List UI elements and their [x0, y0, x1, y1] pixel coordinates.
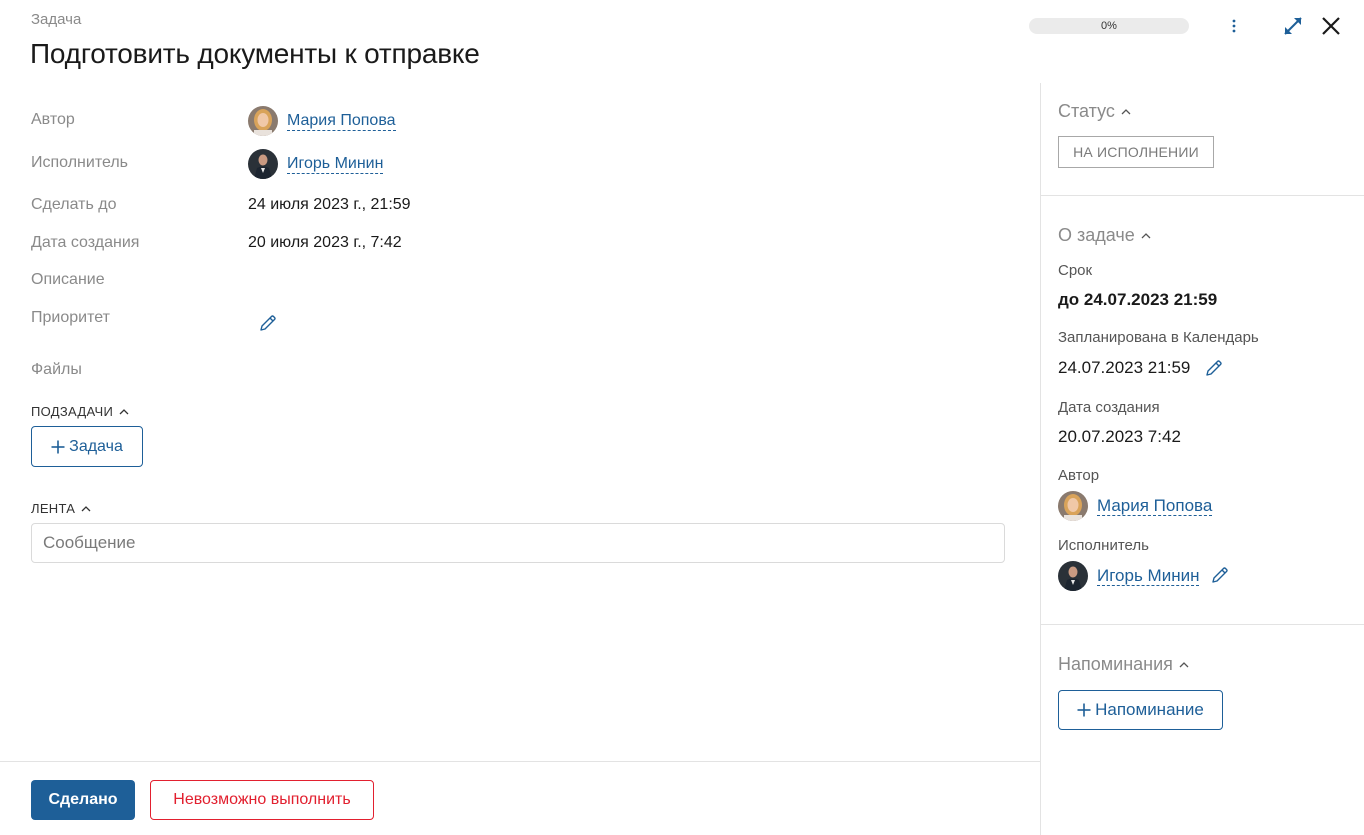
status-section-toggle[interactable]: Статус: [1058, 101, 1131, 122]
about-section-toggle[interactable]: О задаче: [1058, 225, 1151, 246]
chevron-up-icon: [119, 408, 129, 414]
author-name[interactable]: Мария Попова: [287, 112, 396, 131]
due-label: Сделать до: [31, 196, 117, 213]
avatar: [248, 149, 278, 179]
author-link[interactable]: Мария Попова: [248, 106, 396, 136]
status-heading: Статус: [1058, 101, 1115, 121]
sidebar-executor-link[interactable]: Игорь Минин: [1058, 561, 1200, 591]
calendar-value: 24.07.2023 21:59: [1058, 358, 1191, 377]
close-icon: [1322, 17, 1340, 35]
files-label: Файлы: [31, 361, 82, 378]
reminders-heading: Напоминания: [1058, 654, 1173, 674]
cannot-complete-button[interactable]: Невозможно выполнить: [150, 780, 374, 820]
pencil-icon: [1212, 567, 1228, 583]
calendar-label: Запланирована в Календарь: [1058, 329, 1259, 346]
pencil-icon: [1206, 360, 1222, 376]
sidebar-author-label: Автор: [1058, 467, 1100, 484]
calendar-edit-button[interactable]: [1204, 358, 1224, 378]
footer-divider: [0, 761, 1040, 762]
sidebar-divider: [1041, 195, 1364, 196]
sidebar-executor-name[interactable]: Игорь Минин: [1097, 566, 1200, 586]
progress-label: 0%: [1101, 20, 1117, 32]
chevron-up-icon: [1121, 108, 1131, 114]
executor-edit-button[interactable]: [1210, 565, 1230, 585]
feed-section-toggle[interactable]: ЛЕНТА: [31, 501, 91, 516]
executor-label: Исполнитель: [31, 154, 129, 171]
status-badge[interactable]: НА ИСПОЛНЕНИИ: [1058, 136, 1214, 168]
add-reminder-button[interactable]: Напоминание: [1058, 690, 1223, 730]
priority-label: Приоритет: [31, 309, 110, 326]
executor-link[interactable]: Игорь Минин: [248, 149, 384, 179]
description-label: Описание: [31, 271, 105, 288]
avatar: [248, 106, 278, 136]
page-title: Подготовить документы к отправке: [30, 38, 480, 69]
progress-bar: 0%: [1029, 18, 1189, 34]
about-heading: О задаче: [1058, 225, 1135, 245]
add-subtask-label: Задача: [69, 437, 123, 455]
subtasks-caption: ПОДЗАДАЧИ: [31, 404, 114, 419]
chevron-up-icon: [81, 505, 91, 511]
subtasks-section-toggle[interactable]: ПОДЗАДАЧИ: [31, 404, 129, 419]
more-vertical-icon: [1232, 19, 1236, 33]
author-label: Автор: [31, 111, 75, 128]
more-menu-button[interactable]: [1222, 14, 1246, 38]
reminders-section-toggle[interactable]: Напоминания: [1058, 654, 1189, 675]
executor-name[interactable]: Игорь Минин: [287, 155, 384, 174]
avatar: [1058, 561, 1088, 591]
message-input[interactable]: [31, 523, 1005, 563]
expand-icon: [1284, 17, 1302, 35]
due-value: 24 июля 2023 г., 21:59: [248, 196, 411, 213]
priority-edit-button[interactable]: [258, 313, 278, 333]
add-subtask-button[interactable]: Задача: [31, 426, 143, 467]
sidebar-author-name[interactable]: Мария Попова: [1097, 496, 1213, 516]
deadline-label: Срок: [1058, 262, 1093, 279]
done-button[interactable]: Сделано: [31, 780, 135, 820]
expand-button[interactable]: [1281, 14, 1305, 38]
add-reminder-label: Напоминание: [1095, 700, 1204, 719]
sidebar-created-label: Дата создания: [1058, 399, 1160, 416]
plus-icon: [1077, 703, 1091, 717]
sidebar-divider: [1041, 624, 1364, 625]
pencil-icon: [260, 315, 276, 331]
sidebar-author-link[interactable]: Мария Попова: [1058, 491, 1213, 521]
chevron-up-icon: [1141, 232, 1151, 238]
chevron-up-icon: [1179, 661, 1189, 667]
deadline-value: до 24.07.2023 21:59: [1058, 290, 1218, 309]
created-label: Дата создания: [31, 234, 140, 251]
header-caption: Задача: [31, 11, 82, 28]
feed-caption: ЛЕНТА: [31, 501, 76, 516]
sidebar-executor-label: Исполнитель: [1058, 537, 1149, 554]
avatar: [1058, 491, 1088, 521]
created-value: 20 июля 2023 г., 7:42: [248, 234, 402, 251]
sidebar-created-value: 20.07.2023 7:42: [1058, 427, 1181, 446]
plus-icon: [51, 440, 65, 453]
close-button[interactable]: [1318, 13, 1344, 39]
